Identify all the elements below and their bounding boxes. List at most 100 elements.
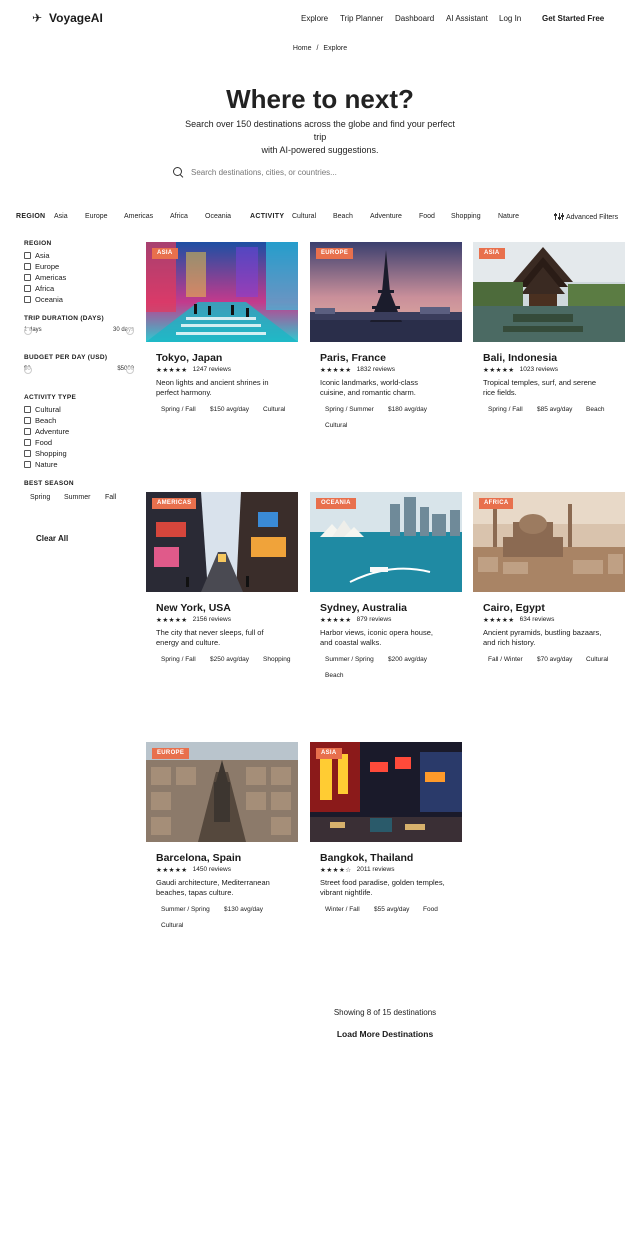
season-chip-summer[interactable]: Summer — [64, 494, 90, 501]
activity-chip-cultural[interactable]: Cultural — [292, 213, 316, 220]
destination-card[interactable]: EUROPE Barcelona, Spain ★★★★★ 1450 reviews G… — [146, 742, 298, 942]
region-chip-asia[interactable]: Asia — [54, 213, 68, 220]
nav-dashboard[interactable]: Dashboard — [395, 14, 434, 23]
destination-photo[interactable]: ASIA — [473, 242, 625, 342]
activity-checkbox-adventure[interactable]: Adventure — [24, 427, 69, 436]
budget-range-slider[interactable]: $0 $5000 — [24, 366, 134, 374]
nav-trip-planner[interactable]: Trip Planner — [340, 14, 383, 23]
activity-filter-label: ACTIVITY — [250, 213, 285, 220]
region-checkbox-europe[interactable]: Europe — [24, 262, 59, 271]
checkbox[interactable] — [24, 252, 31, 259]
destination-card[interactable]: EUROPE Paris, France ★★★★★ 1832 reviews Icon… — [310, 242, 462, 442]
breadcrumb-home[interactable]: Home — [293, 45, 312, 52]
get-started-button[interactable]: Get Started Free — [542, 14, 604, 23]
activity-tag: Cultural — [586, 656, 609, 663]
destination-photo[interactable]: EUROPE — [310, 242, 462, 342]
destination-photo[interactable]: EUROPE — [146, 742, 298, 842]
subtitle-line-1: Search over 150 destinations across the … — [185, 119, 455, 142]
nav-explore[interactable]: Explore — [301, 14, 328, 23]
page-subtitle: Search over 150 destinations across the … — [178, 118, 462, 157]
destination-card[interactable]: AMERICAS New York, USA ★★★★★ 2156 reviews Th… — [146, 492, 298, 692]
region-checkbox-americas[interactable]: Americas — [24, 273, 66, 282]
budget-max-handle[interactable] — [126, 366, 134, 374]
destination-description: The city that never sleeps, full of ener… — [156, 628, 264, 647]
star-rating-icons: ★★★★★ — [156, 367, 188, 374]
destination-title[interactable]: Sydney, Australia — [320, 602, 407, 614]
checkbox[interactable] — [24, 406, 31, 413]
activity-checkbox-shopping[interactable]: Shopping — [24, 449, 67, 458]
destination-title[interactable]: Tokyo, Japan — [156, 352, 222, 364]
destination-card[interactable]: ASIA Bangkok, Thailand ★★★★☆ 2011 reviews St… — [310, 742, 462, 942]
duration-range-slider[interactable]: 1 days 30 days — [24, 327, 134, 335]
activity-chip-food[interactable]: Food — [419, 213, 435, 220]
sidebar-budget-heading: BUDGET PER DAY (USD) — [24, 354, 108, 361]
destination-photo[interactable]: AFRICA — [473, 492, 625, 592]
star-rating-icons: ★★★★★ — [156, 617, 188, 624]
activity-checkbox-beach[interactable]: Beach — [24, 416, 56, 425]
destination-photo[interactable]: OCEANIA — [310, 492, 462, 592]
checkbox[interactable] — [24, 285, 31, 292]
nav-ai-assistant[interactable]: AI Assistant — [446, 14, 488, 23]
search-icon — [173, 166, 184, 178]
destination-title[interactable]: Cairo, Egypt — [483, 602, 545, 614]
destination-photo[interactable]: AMERICAS — [146, 492, 298, 592]
season-chip-spring[interactable]: Spring — [30, 494, 50, 501]
activity-tag: Beach — [325, 672, 344, 679]
advanced-filters-button[interactable]: Advanced Filters — [554, 213, 618, 221]
region-chip-americas[interactable]: Americas — [124, 213, 153, 220]
region-chip-africa[interactable]: Africa — [170, 213, 188, 220]
activity-chip-beach[interactable]: Beach — [333, 213, 353, 220]
search-input[interactable] — [191, 167, 451, 177]
checkbox[interactable] — [24, 274, 31, 281]
activity-checkbox-cultural[interactable]: Cultural — [24, 405, 61, 414]
checkbox[interactable] — [24, 263, 31, 270]
price-tag: $130 avg/day — [224, 906, 264, 913]
region-checkbox-asia[interactable]: Asia — [24, 251, 50, 260]
activity-tag: Cultural — [263, 406, 286, 413]
region-badge: AMERICAS — [152, 498, 197, 509]
activity-checkbox-nature[interactable]: Nature — [24, 460, 58, 469]
region-checkbox-oceania[interactable]: Oceania — [24, 295, 63, 304]
destination-description: Ancient pyramids, bustling bazaars, and … — [483, 628, 602, 647]
destination-photo[interactable]: ASIA — [310, 742, 462, 842]
region-badge: EUROPE — [316, 248, 354, 259]
region-chip-europe[interactable]: Europe — [85, 213, 108, 220]
review-count: 634 reviews — [519, 616, 555, 623]
page-title: Where to next? — [226, 84, 414, 114]
destination-photo[interactable]: ASIA — [146, 242, 298, 342]
destination-title[interactable]: Bangkok, Thailand — [320, 852, 413, 864]
activity-checkbox-food[interactable]: Food — [24, 438, 52, 447]
activity-chip-nature[interactable]: Nature — [498, 213, 519, 220]
checkbox[interactable] — [24, 296, 31, 303]
destination-card[interactable]: ASIA Tokyo, Japan ★★★★★ 1247 reviews Neon li… — [146, 242, 298, 442]
region-badge: ASIA — [316, 748, 342, 759]
season-chip-fall[interactable]: Fall — [105, 494, 116, 501]
activity-chip-shopping[interactable]: Shopping — [451, 213, 481, 220]
load-more-button[interactable]: Load More Destinations — [0, 1029, 640, 1039]
checkbox[interactable] — [24, 450, 31, 457]
duration-max-handle[interactable] — [126, 327, 134, 335]
destination-card[interactable]: ASIA Bali, Indonesia ★★★★★ 1023 reviews Trop… — [473, 242, 625, 442]
season-tag: Winter / Fall — [325, 906, 360, 913]
checkbox[interactable] — [24, 461, 31, 468]
budget-min-handle[interactable] — [24, 366, 32, 374]
season-tag: Fall / Winter — [488, 656, 523, 663]
nav-login[interactable]: Log In — [499, 14, 521, 23]
clear-all-button[interactable]: Clear All — [36, 534, 68, 543]
destination-card[interactable]: AFRICA Cairo, Egypt ★★★★★ 634 reviews Ancien… — [473, 492, 625, 692]
season-tag: Summer / Spring — [325, 656, 374, 663]
activity-chip-adventure[interactable]: Adventure — [370, 213, 402, 220]
destination-card[interactable]: OCEANIA Sydney, Australia ★★★★★ 879 reviews… — [310, 492, 462, 692]
destination-title[interactable]: Bali, Indonesia — [483, 352, 557, 364]
checkbox[interactable] — [24, 417, 31, 424]
destination-title[interactable]: New York, USA — [156, 602, 231, 614]
destination-title[interactable]: Paris, France — [320, 352, 386, 364]
region-checkbox-africa[interactable]: Africa — [24, 284, 54, 293]
duration-min-handle[interactable] — [24, 327, 32, 335]
checkbox[interactable] — [24, 428, 31, 435]
region-chip-oceania[interactable]: Oceania — [205, 213, 231, 220]
price-tag: $200 avg/day — [388, 656, 428, 663]
brand-logo[interactable]: ✈ VoyageAI — [32, 11, 103, 25]
destination-title[interactable]: Barcelona, Spain — [156, 852, 241, 864]
checkbox[interactable] — [24, 439, 31, 446]
